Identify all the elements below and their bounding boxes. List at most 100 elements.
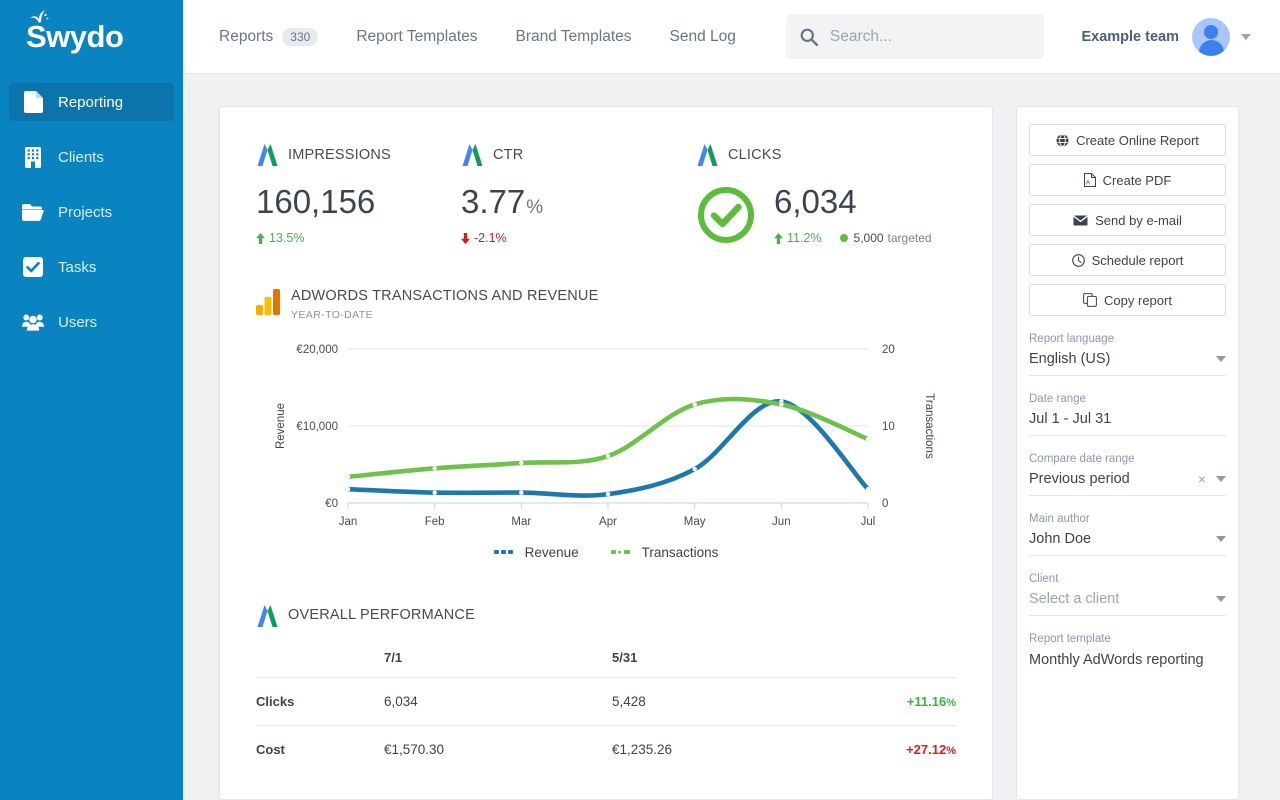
- row-value-a: 6,034: [384, 676, 612, 726]
- row-value-b: 5,428: [612, 676, 840, 726]
- field-control[interactable]: Select a client: [1029, 591, 1226, 616]
- nav-brand-templates[interactable]: Brand Templates: [516, 28, 632, 46]
- th-delta: [840, 650, 956, 678]
- table-header: 7/1 5/31: [256, 650, 956, 678]
- x-axis-tick-label: Jan: [339, 516, 358, 528]
- chevron-down-icon[interactable]: [1216, 596, 1226, 602]
- legend-label-transactions: Transactions: [641, 544, 719, 560]
- kpi-target: 5,000 targeted: [839, 231, 932, 245]
- user-area: Example team: [1081, 17, 1251, 56]
- sidebar-item-users[interactable]: Users: [9, 303, 174, 341]
- y2-axis-tick-label: 20: [882, 344, 895, 356]
- document-icon: [22, 91, 44, 113]
- kpi-header: CTR: [461, 141, 696, 169]
- nav-send-log[interactable]: Send Log: [670, 28, 736, 46]
- kpi-delta-value: 13.5%: [269, 231, 305, 245]
- adwords-icon: [257, 144, 278, 166]
- sidebar-item-projects[interactable]: Projects: [9, 193, 174, 231]
- kpi-value-wrap: 3.77%: [461, 185, 543, 218]
- chart-point-transactions: [692, 402, 697, 407]
- chart-point-revenue: [432, 490, 437, 495]
- chart-point-transactions: [519, 460, 524, 466]
- send-by-email-button[interactable]: Send by e-mail: [1029, 204, 1226, 236]
- x-axis-tick-label: Jun: [772, 516, 791, 528]
- field-control[interactable]: English (US): [1029, 351, 1226, 376]
- svg-text:A: A: [1086, 181, 1090, 187]
- kpi-target-value: 5,000: [853, 231, 884, 245]
- x-axis-tick-label: Feb: [425, 516, 445, 528]
- chevron-down-icon[interactable]: [1216, 536, 1226, 542]
- create-pdf-button[interactable]: A Create PDF: [1029, 164, 1226, 196]
- kpi-target-suffix: targeted: [887, 231, 932, 245]
- chevron-down-icon[interactable]: [1216, 356, 1226, 362]
- nav-report-templates[interactable]: Report Templates: [356, 28, 477, 46]
- schedule-report-button[interactable]: Schedule report: [1029, 244, 1226, 276]
- search-box[interactable]: [785, 14, 1044, 59]
- row-metric: Clicks: [256, 676, 384, 726]
- field-control[interactable]: John Doe: [1029, 531, 1226, 556]
- table-row: Cost €1,570.30 €1,235.26 +27.12%: [256, 724, 956, 773]
- sparkle-icon: [30, 10, 49, 23]
- nav-reports[interactable]: Reports 330: [219, 27, 319, 46]
- pdf-icon: A: [1083, 173, 1096, 187]
- legend-swatch-transactions: [610, 550, 630, 555]
- legend-item-revenue: Revenue: [493, 545, 579, 560]
- field-control[interactable]: Jul 1 - Jul 31: [1029, 411, 1226, 436]
- copy-report-button[interactable]: Copy report: [1029, 284, 1226, 316]
- sidebar-item-label: Projects: [58, 203, 113, 221]
- app-logo[interactable]: Swydo: [0, 0, 183, 74]
- nav-brand-templates-label: Brand Templates: [515, 27, 632, 45]
- folder-icon: [22, 201, 44, 223]
- chart-point-transactions: [865, 436, 871, 442]
- google-analytics-icon: [256, 289, 280, 315]
- sidebar-item-clients[interactable]: Clients: [9, 138, 174, 176]
- chart-point-transactions: [432, 466, 437, 471]
- y-axis-title: Revenue: [275, 403, 287, 449]
- x-axis-tick-label: Jul: [861, 516, 876, 528]
- legend-swatch-revenue: [493, 550, 513, 555]
- report-card: IMPRESSIONS 160,156 13.5% CTR 3.77% -2.1…: [219, 106, 993, 800]
- y-axis-tick-label: €0: [325, 498, 338, 510]
- field-label: Date range: [1029, 393, 1086, 405]
- avatar[interactable]: [1192, 17, 1230, 56]
- create-online-report-label: Create Online Report: [1076, 132, 1199, 148]
- top-bar: Reports 330 Report Templates Brand Templ…: [183, 0, 1280, 74]
- chevron-down-icon[interactable]: [1241, 33, 1251, 40]
- main-region: Reports 330 Report Templates Brand Templ…: [183, 0, 1280, 800]
- nav-reports-label: Reports: [219, 27, 274, 45]
- chevron-down-icon[interactable]: [1216, 476, 1226, 482]
- clear-icon[interactable]: ×: [1192, 471, 1212, 487]
- y2-axis-tick-label: 0: [882, 498, 888, 510]
- kpi-sub: 11.2% 5,000 targeted: [774, 231, 932, 245]
- kpi-body: 160,156 13.5%: [256, 185, 461, 245]
- kpi-delta-value: -2.1%: [474, 231, 507, 245]
- avatar-head: [1204, 24, 1218, 39]
- field-value: Previous period: [1029, 471, 1130, 487]
- field-report-language: Report language English (US): [1029, 333, 1226, 376]
- field-label: Compare date range: [1029, 453, 1135, 465]
- adwords-icon: [257, 604, 278, 627]
- kpi-title: CTR: [493, 147, 524, 163]
- sidebar-item-tasks[interactable]: Tasks: [9, 248, 174, 286]
- kpi-row: IMPRESSIONS 160,156 13.5% CTR 3.77% -2.1…: [256, 141, 956, 245]
- create-online-report-button[interactable]: Create Online Report: [1029, 124, 1226, 156]
- sidebar-item-label: Reporting: [58, 93, 124, 111]
- row-delta-unit: %: [946, 696, 956, 709]
- y-axis-tick-label: €20,000: [296, 344, 338, 356]
- sidebar-item-label: Users: [58, 313, 98, 331]
- top-nav: Reports 330 Report Templates Brand Templ…: [219, 27, 774, 46]
- overall-performance-table: 7/1 5/31 Clicks 6,034 5,428 +11.16% Cost…: [256, 650, 956, 773]
- kpi-delta: 11.2%: [774, 231, 822, 245]
- sidebar-item-reporting[interactable]: Reporting: [9, 83, 174, 121]
- kpi-unit: %: [526, 197, 544, 218]
- field-control[interactable]: Previous period ×: [1029, 471, 1226, 496]
- field-label: Main author: [1029, 513, 1090, 525]
- kpi-header: CLICKS: [696, 141, 956, 169]
- field-label: Report template: [1029, 633, 1111, 645]
- chart-point-transactions: [779, 402, 784, 407]
- adwords-icon: [697, 144, 718, 166]
- row-delta-value: +27.12: [906, 741, 947, 757]
- field-main-author: Main author John Doe: [1029, 513, 1226, 556]
- legend-item-transactions: Transactions: [610, 544, 719, 560]
- search-input[interactable]: [829, 27, 1030, 46]
